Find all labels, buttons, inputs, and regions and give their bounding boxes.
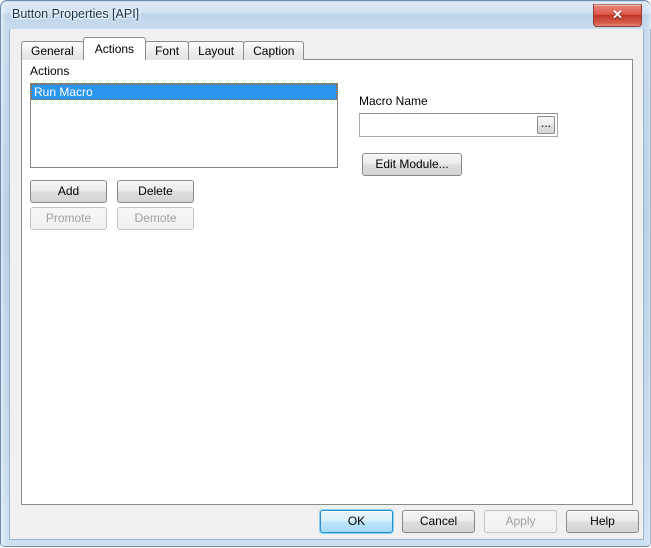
delete-button-label: Delete [138, 184, 173, 198]
close-icon: ✕ [612, 7, 623, 22]
tab-layout[interactable]: Layout [188, 41, 245, 60]
macro-name-input[interactable] [361, 115, 539, 135]
actions-listbox[interactable]: Run Macro [30, 83, 338, 168]
promote-button-label: Promote [45, 211, 92, 225]
apply-button: Apply [484, 510, 557, 533]
dialog-window: Button Properties [API] ✕ General Action… [0, 0, 651, 548]
macro-name-label: Macro Name [359, 94, 428, 108]
tab-general-label: General [31, 44, 74, 58]
tab-font-label: Font [155, 44, 180, 58]
ok-button[interactable]: OK [320, 510, 393, 533]
delete-button[interactable]: Delete [117, 180, 194, 203]
window-title: Button Properties [API] [12, 7, 140, 21]
list-item[interactable]: Run Macro [31, 84, 337, 100]
tab-layout-label: Layout [198, 44, 235, 58]
edit-module-button-label: Edit Module... [375, 157, 449, 171]
tab-font[interactable]: Font [145, 41, 190, 60]
tab-caption[interactable]: Caption [243, 41, 305, 60]
add-button[interactable]: Add [30, 180, 107, 203]
dialog-client-area: General Actions Font Layout Caption Acti… [9, 29, 644, 540]
ok-button-label: OK [347, 514, 366, 528]
promote-button: Promote [30, 207, 107, 230]
tab-actions[interactable]: Actions [82, 37, 147, 60]
list-item-label: Run Macro [34, 85, 93, 99]
tab-general[interactable]: General [21, 41, 84, 60]
help-button-label: Help [590, 514, 615, 528]
browse-button[interactable]: ... [537, 116, 555, 134]
tab-actions-label: Actions [94, 42, 135, 56]
cancel-button-label: Cancel [419, 514, 458, 528]
tab-panel-actions: Actions Run Macro Add Delete Promote Dem… [21, 59, 633, 505]
actions-list-label: Actions [30, 64, 70, 78]
edit-module-button[interactable]: Edit Module... [362, 153, 462, 176]
browse-button-label: ... [540, 116, 551, 130]
macro-name-field[interactable]: ... [359, 113, 558, 137]
help-button[interactable]: Help [566, 510, 639, 533]
demote-button: Demote [117, 207, 194, 230]
dialog-footer: OK Cancel Apply Help [10, 506, 643, 539]
add-button-label: Add [57, 184, 80, 198]
cancel-button[interactable]: Cancel [402, 510, 475, 533]
tab-strip: General Actions Font Layout Caption [21, 37, 305, 60]
close-button[interactable]: ✕ [593, 4, 642, 27]
title-bar[interactable]: Button Properties [API] ✕ [2, 2, 651, 29]
apply-button-label: Apply [505, 514, 536, 528]
demote-button-label: Demote [134, 211, 177, 225]
tab-caption-label: Caption [253, 44, 295, 58]
